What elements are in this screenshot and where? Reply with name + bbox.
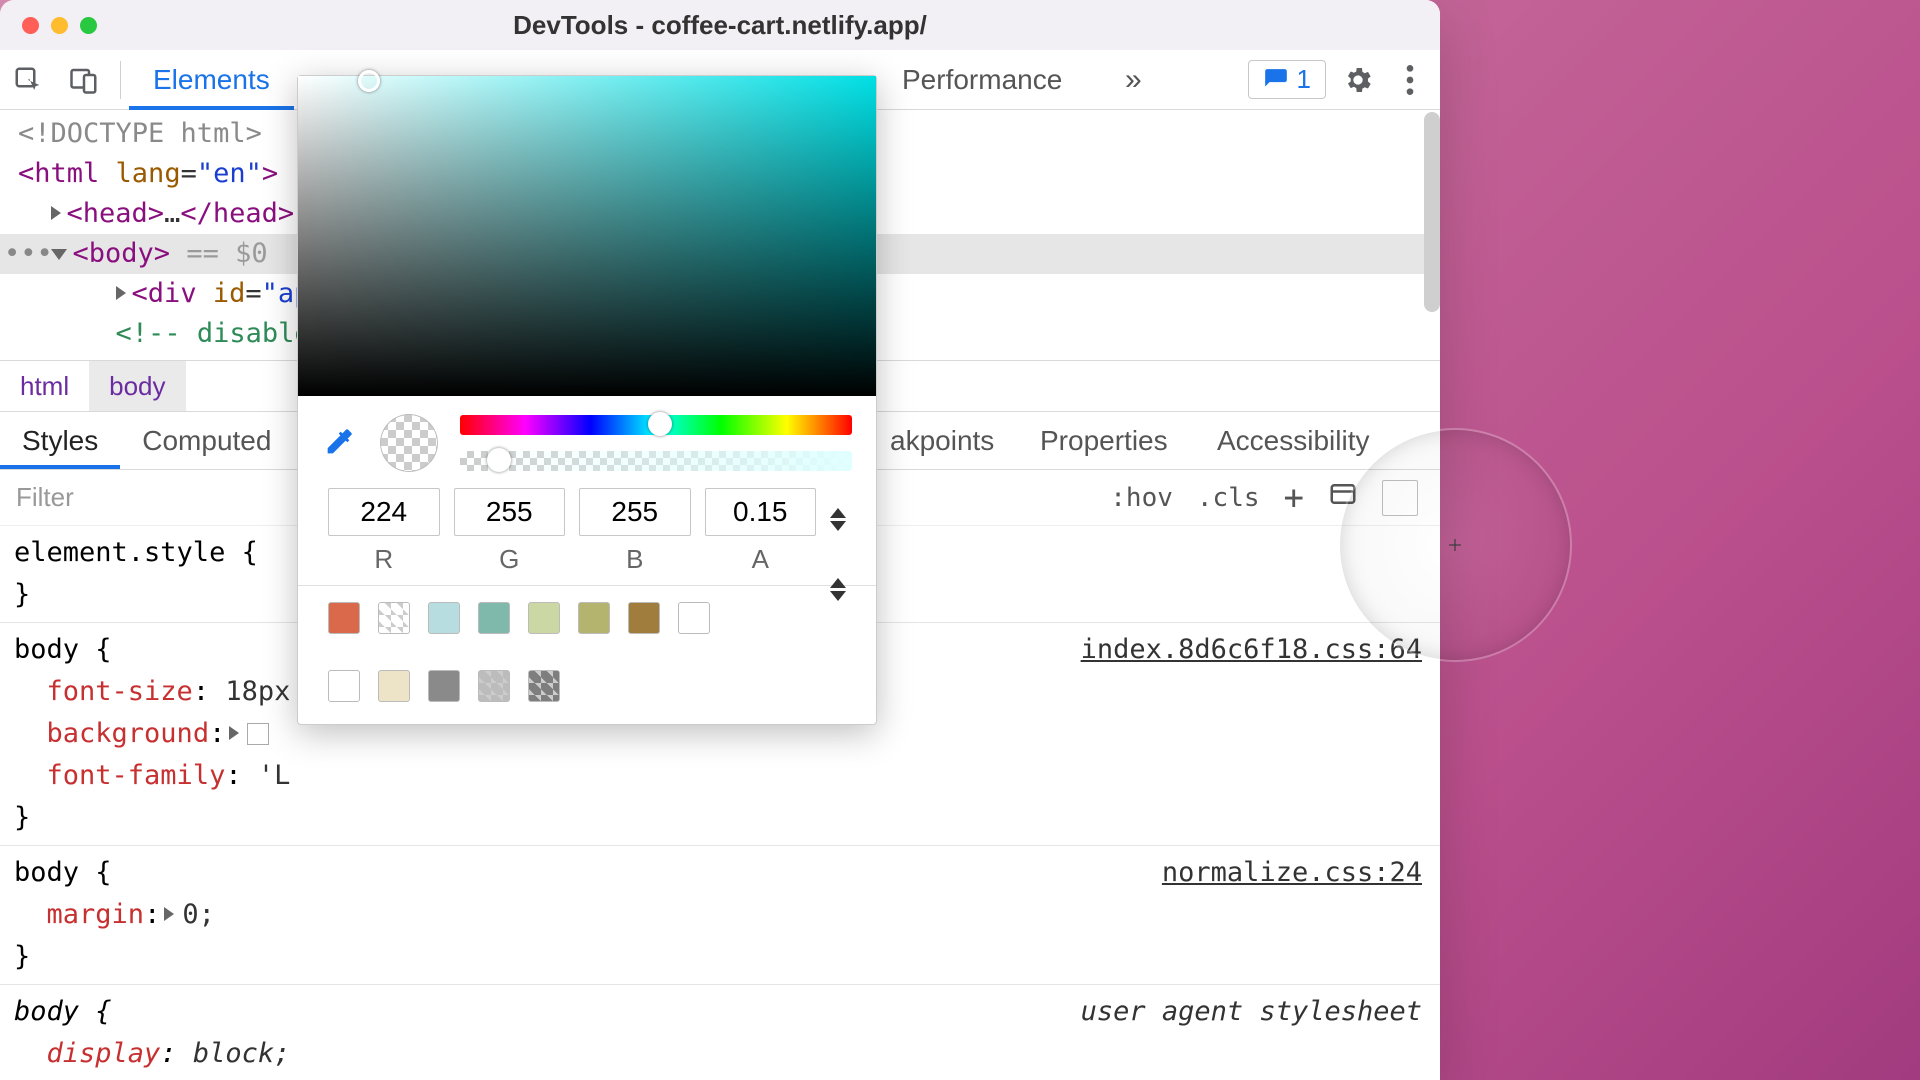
swatch[interactable]	[628, 602, 660, 634]
color-picker: R G B A	[297, 75, 877, 725]
cls-button[interactable]: .cls	[1197, 483, 1260, 513]
decl-margin-strike[interactable]: margin:8px;	[14, 1075, 1426, 1080]
swatch[interactable]	[528, 670, 560, 702]
device-toggle-icon[interactable]	[64, 60, 104, 100]
spectrum-cursor[interactable]	[358, 70, 380, 92]
swatch[interactable]	[478, 670, 510, 702]
swatch[interactable]	[528, 602, 560, 634]
separator	[120, 61, 121, 99]
source-link-index[interactable]: index.8d6c6f18.css:64	[1081, 629, 1422, 671]
decl-margin[interactable]: margin:0;	[14, 894, 1426, 936]
swatch[interactable]	[328, 602, 360, 634]
more-menu-icon[interactable]	[1390, 60, 1430, 100]
brace-close: }	[14, 936, 1426, 978]
issues-count: 1	[1297, 64, 1311, 95]
ua-label: user agent stylesheet	[1081, 991, 1422, 1033]
decl-font-family[interactable]: font-family: 'L	[14, 755, 1426, 797]
swatch[interactable]	[578, 602, 610, 634]
palette-toggle[interactable]	[830, 578, 846, 601]
label-g: G	[499, 544, 519, 575]
input-g[interactable]	[454, 488, 566, 536]
swatch[interactable]	[328, 670, 360, 702]
decl-display[interactable]: display: block;	[14, 1033, 1426, 1075]
tab-elements[interactable]: Elements	[129, 50, 294, 110]
swatch[interactable]	[428, 670, 460, 702]
crumb-body[interactable]: body	[89, 361, 185, 411]
rule-body-ua[interactable]: user agent stylesheet body { display: bl…	[0, 985, 1440, 1080]
subtab-properties[interactable]: Properties	[1018, 412, 1190, 469]
window-title: DevTools - coffee-cart.netlify.app/	[0, 10, 1440, 41]
subtab-computed[interactable]: Computed	[120, 412, 293, 469]
source-link-normalize[interactable]: normalize.css:24	[1162, 852, 1422, 894]
hue-slider[interactable]	[460, 415, 852, 435]
label-r: R	[374, 544, 393, 575]
scrollbar-thumb[interactable]	[1424, 112, 1440, 312]
input-r[interactable]	[328, 488, 440, 536]
subtab-accessibility[interactable]: Accessibility	[1195, 412, 1391, 469]
rule-body-2[interactable]: normalize.css:24 body { margin:0; }	[0, 846, 1440, 985]
input-a[interactable]	[705, 488, 817, 536]
eyedropper-icon[interactable]	[322, 425, 358, 461]
swatch[interactable]	[378, 670, 410, 702]
subtab-styles[interactable]: Styles	[0, 412, 120, 469]
color-format-toggle[interactable]	[830, 508, 846, 531]
tab-performance[interactable]: Performance	[878, 50, 1086, 110]
color-preview-swatch	[380, 414, 438, 472]
brace-close: }	[14, 797, 1426, 839]
settings-gear-icon[interactable]	[1338, 60, 1378, 100]
hue-thumb[interactable]	[648, 412, 672, 436]
hov-button[interactable]: :hov	[1110, 483, 1173, 513]
swatch[interactable]	[428, 602, 460, 634]
titlebar: DevTools - coffee-cart.netlify.app/	[0, 0, 1440, 50]
label-b: B	[626, 544, 643, 575]
crumb-html[interactable]: html	[0, 361, 89, 411]
palette	[298, 585, 876, 724]
input-b[interactable]	[579, 488, 691, 536]
alpha-slider[interactable]	[460, 451, 852, 471]
label-a: A	[752, 544, 769, 575]
swatch[interactable]	[378, 602, 410, 634]
swatch[interactable]	[678, 602, 710, 634]
issues-chip[interactable]: 1	[1248, 60, 1326, 99]
cursor-crosshair-icon	[1449, 539, 1461, 551]
new-rule-button[interactable]: +	[1284, 478, 1304, 518]
overflow-chevron-icon[interactable]: »	[1125, 63, 1142, 97]
inspect-icon[interactable]	[8, 60, 48, 100]
swatch[interactable]	[478, 602, 510, 634]
cursor-magnifier	[1340, 430, 1570, 660]
spectrum-field[interactable]	[298, 76, 876, 396]
subtab-breakpoints-partial[interactable]: akpoints	[868, 412, 1016, 469]
alpha-thumb[interactable]	[487, 448, 511, 472]
devtools-window: DevTools - coffee-cart.netlify.app/ Elem…	[0, 0, 1440, 1080]
